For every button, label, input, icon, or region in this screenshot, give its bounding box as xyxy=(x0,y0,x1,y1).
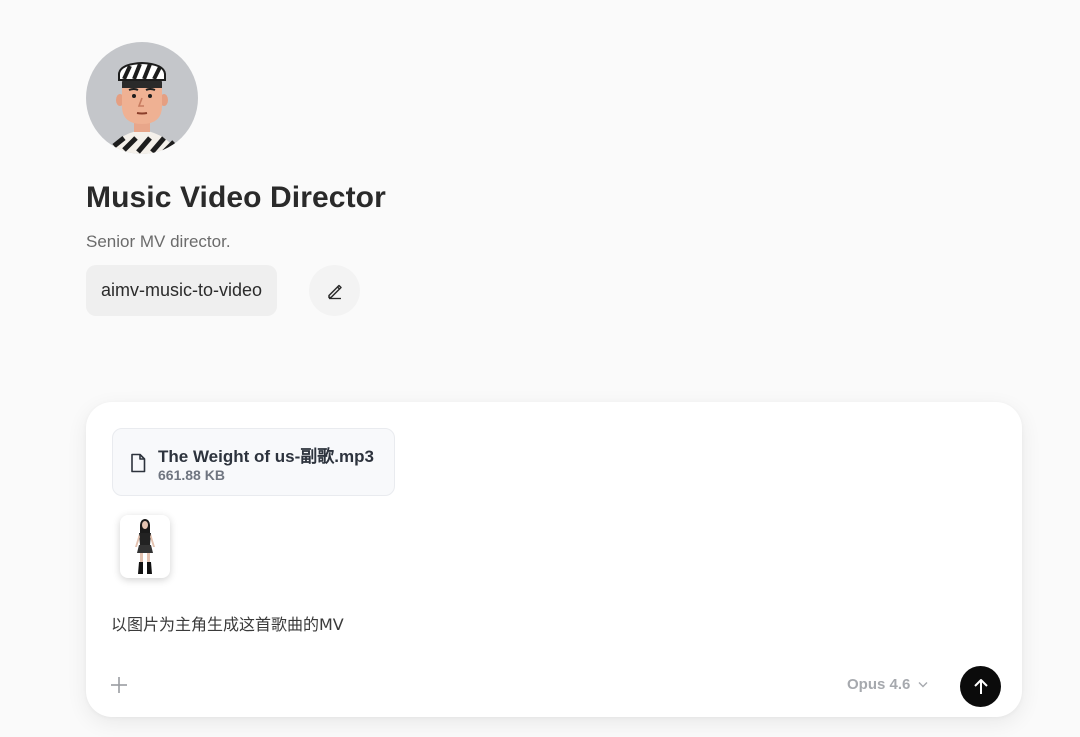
edit-button[interactable] xyxy=(309,265,360,316)
file-icon xyxy=(131,453,146,473)
plus-icon xyxy=(111,677,127,693)
composer-card: The Weight of us-副歌.mp3 661.88 KB 以图片为主角… xyxy=(86,402,1022,717)
add-attachment-button[interactable] xyxy=(108,674,130,696)
arrow-up-icon xyxy=(973,678,988,694)
pencil-icon xyxy=(327,284,342,299)
attachment-file-size: 661.88 KB xyxy=(158,467,225,483)
send-button[interactable] xyxy=(960,666,1001,707)
audio-attachment[interactable]: The Weight of us-副歌.mp3 661.88 KB xyxy=(112,428,395,496)
model-selector-label: Opus 4.6 xyxy=(847,676,911,693)
agent-avatar xyxy=(86,42,198,154)
model-selector[interactable]: Opus 4.6 xyxy=(847,676,928,693)
image-thumbnail-icon xyxy=(135,518,155,574)
agent-name: Music Video Director xyxy=(86,181,386,214)
chevron-down-icon xyxy=(918,682,928,688)
agent-page: Music Video Director Senior MV director.… xyxy=(0,0,1080,737)
director-avatar-icon xyxy=(108,61,178,154)
prompt-input[interactable]: 以图片为主角生成这首歌曲的MV xyxy=(111,611,344,635)
attachment-file-name: The Weight of us-副歌.mp3 xyxy=(158,447,374,466)
agent-description: Senior MV director. xyxy=(86,232,231,251)
image-attachment[interactable] xyxy=(120,515,170,578)
skill-chip-label: aimv-music-to-video xyxy=(101,280,263,300)
skill-chip[interactable]: aimv-music-to-video xyxy=(86,265,278,316)
